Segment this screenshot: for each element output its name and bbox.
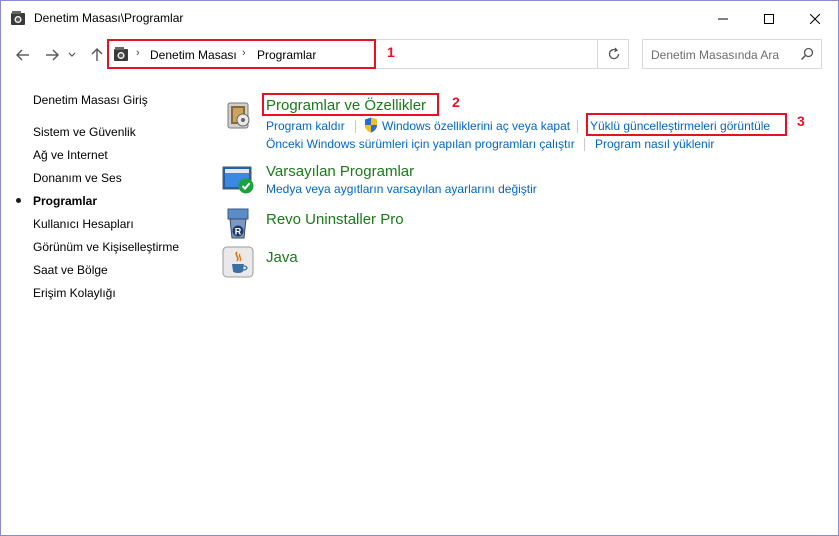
arrow-up-icon — [91, 48, 103, 61]
current-page-bullet — [16, 198, 21, 203]
up-button[interactable] — [87, 46, 107, 64]
annotation-box-2 — [262, 93, 439, 116]
maximize-button[interactable] — [746, 1, 792, 36]
sidebar-item-network-internet[interactable]: Ağ ve Internet — [33, 148, 108, 162]
revo-uninstaller-title[interactable]: Revo Uninstaller Pro — [266, 211, 404, 228]
sidebar-item-hardware-sound[interactable]: Donanım ve Ses — [33, 171, 122, 185]
sidebar-item-appearance[interactable]: Görünüm ve Kişiselleştirme — [33, 240, 179, 254]
search-box[interactable]: Denetim Masasında Ara — [642, 39, 822, 69]
uninstall-program-link[interactable]: Program kaldır — [266, 119, 345, 133]
link-divider — [355, 120, 356, 133]
svg-text:R: R — [235, 227, 242, 237]
revo-uninstaller-icon[interactable]: R — [224, 207, 254, 241]
arrow-left-icon — [16, 49, 29, 61]
maximize-icon — [764, 13, 774, 24]
sidebar-item-system-security[interactable]: Sistem ve Güvenlik — [33, 125, 136, 139]
how-to-install-link[interactable]: Program nasıl yüklenir — [595, 137, 714, 151]
control-panel-window: Denetim Masası\Programlar › Denetim Masa… — [0, 0, 839, 536]
sidebar-item-ease-of-access[interactable]: Erişim Kolaylığı — [33, 286, 116, 300]
back-button[interactable] — [13, 46, 33, 64]
windows-features-link[interactable]: Windows özelliklerini aç veya kapat — [382, 119, 570, 133]
minimize-icon — [718, 18, 728, 19]
arrow-right-icon — [46, 49, 59, 61]
search-icon[interactable] — [800, 47, 814, 61]
shield-icon — [365, 117, 377, 133]
java-icon[interactable] — [222, 246, 254, 278]
title-bar[interactable]: Denetim Masası\Programlar — [1, 1, 838, 36]
chevron-down-icon — [68, 52, 76, 57]
compatibility-link[interactable]: Önceki Windows sürümleri için yapılan pr… — [266, 137, 575, 151]
sidebar-item-user-accounts[interactable]: Kullanıcı Hesapları — [33, 217, 134, 231]
media-defaults-link[interactable]: Medya veya aygıtların varsayılan ayarlar… — [266, 182, 537, 196]
minimize-button[interactable] — [700, 1, 746, 36]
link-divider — [584, 138, 585, 151]
annotation-box-1 — [107, 39, 376, 69]
annotation-number-1: 1 — [387, 44, 395, 60]
default-programs-icon[interactable] — [222, 165, 256, 195]
sidebar-item-control-panel-home[interactable]: Denetim Masası Giriş — [33, 93, 148, 107]
refresh-icon — [608, 47, 619, 60]
annotation-box-3 — [586, 113, 787, 136]
recent-locations-button[interactable] — [66, 46, 78, 64]
java-title[interactable]: Java — [266, 249, 298, 266]
annotation-number-2: 2 — [452, 94, 460, 110]
window-title: Denetim Masası\Programlar — [34, 11, 184, 25]
refresh-button[interactable] — [597, 39, 629, 69]
annotation-number-3: 3 — [797, 113, 805, 129]
search-input[interactable]: Denetim Masasında Ara — [651, 48, 779, 62]
programs-features-icon[interactable] — [223, 99, 255, 131]
control-panel-icon — [11, 11, 25, 25]
sidebar-item-clock-region[interactable]: Saat ve Bölge — [33, 263, 108, 277]
default-programs-title[interactable]: Varsayılan Programlar — [266, 163, 414, 180]
link-divider — [577, 120, 578, 133]
sidebar-item-programs[interactable]: Programlar — [33, 194, 97, 208]
forward-button[interactable] — [42, 46, 62, 64]
close-icon — [810, 13, 820, 24]
close-button[interactable] — [792, 1, 838, 36]
